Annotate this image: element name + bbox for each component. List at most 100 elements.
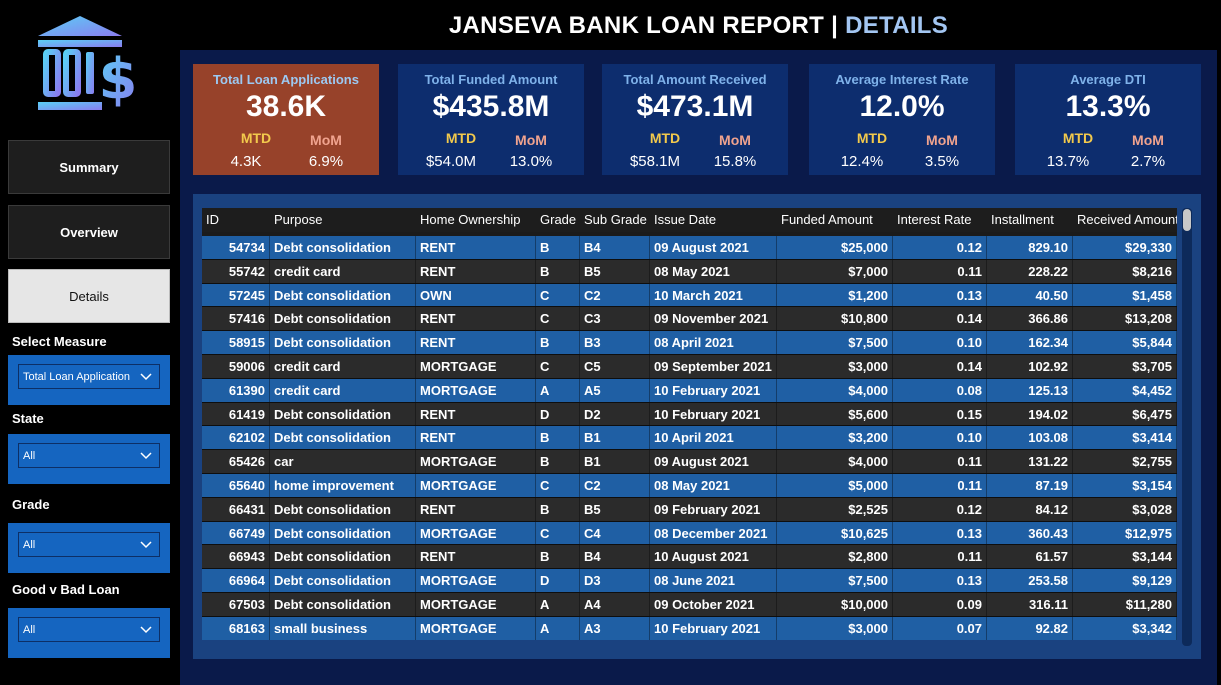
table-row[interactable]: 66964 Debt consolidation MORTGAGE D D3 08 Jun…: [202, 569, 1177, 593]
cell-funded-amount: $4,000: [777, 450, 893, 473]
table-row[interactable]: 66431 Debt consolidation RENT B B5 09 Februar…: [202, 497, 1177, 522]
cell-interest-rate: 0.11: [893, 259, 987, 283]
column-header[interactable]: Interest Rate: [893, 208, 987, 232]
cell-id: 67503: [202, 592, 270, 616]
kpi-value: $435.8M: [432, 90, 550, 123]
cell-grade: C: [536, 283, 580, 307]
table-row[interactable]: 65426 car MORTGAGE B B1 09 August 2021 $4,000 0…: [202, 450, 1177, 474]
scrollbar-thumb[interactable]: [1183, 209, 1191, 231]
state-dropdown[interactable]: All: [18, 443, 160, 468]
table-row[interactable]: 59006 credit card MORTGAGE C C5 09 September …: [202, 354, 1177, 379]
column-header[interactable]: Purpose: [270, 208, 416, 232]
nav-overview-button[interactable]: Overview: [8, 205, 170, 259]
cell-funded-amount: $10,800: [777, 307, 893, 331]
table-row[interactable]: 62102 Debt consolidation RENT B B1 10 April 2…: [202, 426, 1177, 451]
cell-grade: B: [536, 426, 580, 450]
state-filter: All: [8, 434, 170, 484]
cell-grade: B: [536, 236, 580, 259]
kpi-total-amount-received: Total Amount Received $473.1M MTD MoM $5…: [602, 64, 788, 175]
loan-quality-dropdown[interactable]: All: [18, 617, 160, 642]
column-header[interactable]: Received Amount: [1073, 208, 1177, 232]
nav-summary-button[interactable]: Summary: [8, 140, 170, 194]
measure-filter: Total Loan Application: [8, 355, 170, 405]
cell-installment: 40.50: [987, 283, 1073, 307]
cell-id: 54734: [202, 236, 270, 259]
cell-issue-date: 10 February 2021: [650, 616, 777, 640]
cell-grade: A: [536, 592, 580, 616]
table-row[interactable]: 54734 Debt consolidation RENT B B4 09 August …: [202, 236, 1177, 260]
table-row[interactable]: 66943 Debt consolidation RENT B B4 10 August …: [202, 545, 1177, 570]
kpi-mom-label: MoM: [310, 132, 342, 148]
cell-issue-date: 08 May 2021: [650, 259, 777, 283]
cell-funded-amount: $2,800: [777, 545, 893, 569]
table-row[interactable]: 58915 Debt consolidation RENT B B3 08 April 2…: [202, 331, 1177, 355]
kpi-value: 13.3%: [1065, 90, 1151, 123]
kpi-mtd-label: MTD: [649, 130, 681, 146]
cell-home-ownership: OWN: [416, 283, 536, 307]
details-table[interactable]: ID Purpose Home Ownership Grade Sub Grad…: [202, 208, 1177, 640]
cell-purpose: credit card: [270, 354, 416, 378]
cell-received-amount: $3,342: [1073, 616, 1177, 640]
cell-home-ownership: MORTGAGE: [416, 592, 536, 616]
cell-issue-date: 08 April 2021: [650, 331, 777, 354]
cell-received-amount: $5,844: [1073, 331, 1177, 354]
grade-dropdown[interactable]: All: [18, 532, 160, 557]
table-row[interactable]: 66749 Debt consolidation MORTGAGE C C4 08 Dec…: [202, 521, 1177, 546]
cell-funded-amount: $10,625: [777, 521, 893, 545]
column-header[interactable]: Sub Grade: [580, 208, 650, 232]
table-row[interactable]: 65640 home improvement MORTGAGE C C2 08 May 2…: [202, 473, 1177, 498]
cell-sub-grade: D2: [580, 402, 650, 426]
cell-purpose: small business: [270, 616, 416, 640]
column-header[interactable]: Home Ownership: [416, 208, 536, 232]
nav-details-button[interactable]: Details: [8, 269, 170, 323]
table-row[interactable]: 57416 Debt consolidation RENT C C3 09 Novembe…: [202, 307, 1177, 332]
cell-purpose: Debt consolidation: [270, 569, 416, 592]
column-header[interactable]: Installment: [987, 208, 1073, 232]
kpi-title: Total Amount Received: [623, 72, 767, 87]
table-row[interactable]: 57245 Debt consolidation OWN C C2 10 March 20…: [202, 283, 1177, 308]
kpi-mtd-value: 13.7%: [1046, 153, 1090, 170]
cell-issue-date: 10 August 2021: [650, 545, 777, 569]
cell-funded-amount: $3,000: [777, 616, 893, 640]
table-row[interactable]: 68163 small business MORTGAGE A A3 10 Februar…: [202, 616, 1177, 640]
cell-sub-grade: B1: [580, 426, 650, 450]
cell-grade: B: [536, 497, 580, 521]
state-value: All: [23, 449, 36, 462]
measure-dropdown[interactable]: Total Loan Application: [18, 364, 160, 389]
cell-sub-grade: A3: [580, 616, 650, 640]
cell-installment: 84.12: [987, 497, 1073, 521]
cell-sub-grade: B4: [580, 236, 650, 259]
cell-purpose: Debt consolidation: [270, 402, 416, 426]
cell-received-amount: $3,144: [1073, 545, 1177, 569]
cell-issue-date: 08 May 2021: [650, 473, 777, 497]
column-header[interactable]: Funded Amount: [777, 208, 893, 232]
cell-received-amount: $4,452: [1073, 378, 1177, 402]
table-row[interactable]: 67503 Debt consolidation MORTGAGE A A4 09 Oct…: [202, 592, 1177, 617]
column-header[interactable]: Issue Date: [650, 208, 777, 232]
cell-grade: C: [536, 473, 580, 497]
cell-purpose: Debt consolidation: [270, 283, 416, 307]
cell-issue-date: 10 February 2021: [650, 402, 777, 426]
table-scrollbar[interactable]: [1182, 208, 1192, 646]
cell-received-amount: $3,028: [1073, 497, 1177, 521]
kpi-mom-label: MoM: [1132, 132, 1164, 148]
cell-installment: 316.11: [987, 592, 1073, 616]
column-header[interactable]: ID: [202, 208, 270, 232]
cell-funded-amount: $7,500: [777, 331, 893, 354]
cell-sub-grade: C3: [580, 307, 650, 331]
title-highlight: DETAILS: [845, 12, 949, 39]
cell-installment: 102.92: [987, 354, 1073, 378]
kpi-average-interest-rate: Average Interest Rate 12.0% MTD MoM 12.4…: [809, 64, 995, 175]
kpi-average-dti: Average DTI 13.3% MTD MoM 13.7% 2.7%: [1015, 64, 1201, 175]
table-row[interactable]: 55742 credit card RENT B B5 08 May 2021 $7,000…: [202, 259, 1177, 284]
cell-received-amount: $9,129: [1073, 569, 1177, 592]
grade-value: All: [23, 538, 36, 551]
cell-funded-amount: $2,525: [777, 497, 893, 521]
table-row[interactable]: 61390 credit card MORTGAGE A A5 10 February 2…: [202, 378, 1177, 403]
cell-sub-grade: A4: [580, 592, 650, 616]
table-row[interactable]: 61419 Debt consolidation RENT D D2 10 Februar…: [202, 402, 1177, 427]
cell-received-amount: $2,755: [1073, 450, 1177, 473]
column-header[interactable]: Grade: [536, 208, 580, 232]
cell-purpose: home improvement: [270, 473, 416, 497]
cell-sub-grade: C5: [580, 354, 650, 378]
